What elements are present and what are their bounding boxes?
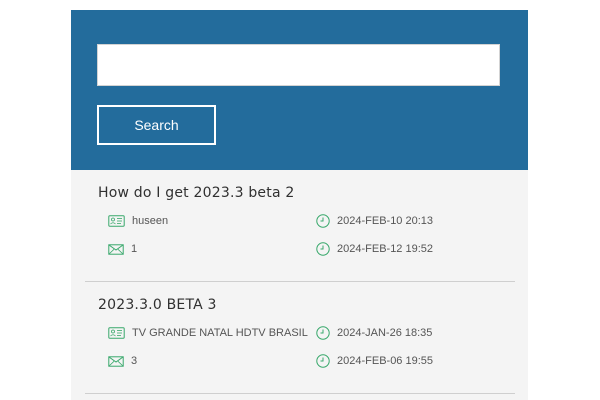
created-meta: 2024-FEB-10 20:13 — [316, 213, 433, 229]
clock-icon — [316, 214, 330, 228]
result-item[interactable]: 2023.3.0 BETA 3 TV GRANDE NATAL HDTV BRA… — [85, 282, 515, 394]
author-name: TV GRANDE NATAL HDTV BRASIL — [132, 327, 308, 339]
author-meta: TV GRANDE NATAL HDTV BRASIL — [108, 325, 308, 341]
created-date: 2024-JAN-26 18:35 — [337, 327, 433, 339]
result-item[interactable]: How do I get 2023.3 beta 2 huseen 2024-F… — [85, 170, 515, 282]
clock-icon — [316, 354, 330, 368]
search-button[interactable]: Search — [97, 105, 216, 145]
content-column: Search How do I get 2023.3 beta 2 huseen — [71, 10, 528, 400]
search-panel: Search — [71, 10, 528, 170]
reply-meta: 3 — [108, 353, 137, 369]
clock-icon — [316, 242, 330, 256]
updated-date: 2024-FEB-12 19:52 — [337, 243, 434, 255]
reply-meta: 1 — [108, 241, 137, 257]
user-card-icon — [108, 327, 125, 339]
forum-search-page: Search How do I get 2023.3 beta 2 huseen — [0, 0, 600, 400]
reply-count: 1 — [131, 243, 138, 255]
author-name: huseen — [132, 215, 169, 227]
created-meta: 2024-JAN-26 18:35 — [316, 325, 432, 341]
user-card-icon — [108, 215, 125, 227]
created-date: 2024-FEB-10 20:13 — [337, 215, 434, 227]
author-meta: huseen — [108, 213, 168, 229]
mail-icon — [108, 243, 124, 255]
updated-meta: 2024-FEB-12 19:52 — [316, 241, 433, 257]
result-title[interactable]: How do I get 2023.3 beta 2 — [98, 185, 294, 201]
updated-date: 2024-FEB-06 19:55 — [337, 355, 434, 367]
updated-meta: 2024-FEB-06 19:55 — [316, 353, 433, 369]
result-title[interactable]: 2023.3.0 BETA 3 — [98, 297, 217, 313]
mail-icon — [108, 355, 124, 367]
search-input[interactable] — [97, 44, 500, 86]
clock-icon — [316, 326, 330, 340]
reply-count: 3 — [131, 355, 138, 367]
search-results: How do I get 2023.3 beta 2 huseen 2024-F… — [71, 170, 528, 394]
